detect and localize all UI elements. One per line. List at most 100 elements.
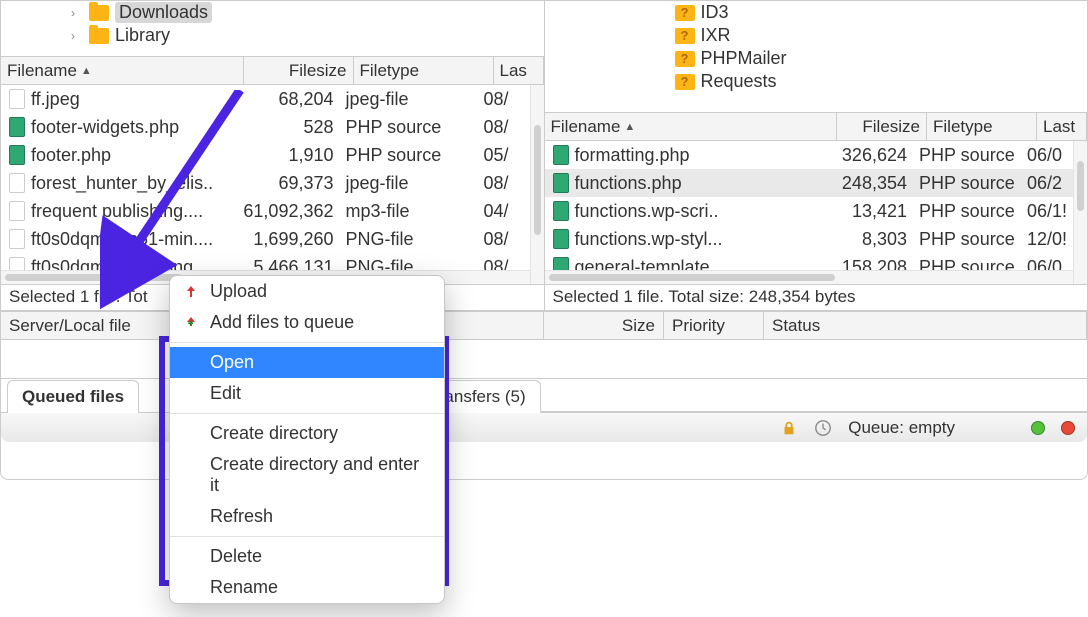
file-icon <box>9 89 25 109</box>
tree-label: PHPMailer <box>701 48 787 69</box>
scroll-thumb[interactable] <box>1077 161 1084 211</box>
file-name: functions.wp-styl... <box>575 229 723 250</box>
col-date[interactable]: Las <box>494 57 544 84</box>
scroll-thumb[interactable] <box>549 274 835 281</box>
menu-create-dir[interactable]: Create directory <box>170 418 444 449</box>
file-row[interactable]: formatting.php326,624PHP source06/0 <box>545 141 1074 169</box>
file-type: PHP source <box>913 229 1023 250</box>
qcol-priority[interactable]: Priority <box>664 312 764 339</box>
file-type: PNG-file <box>340 229 480 250</box>
tree-item[interactable]: › Library <box>1 24 544 47</box>
file-row[interactable]: forest_hunter_by_elis..69,373jpeg-file08… <box>1 169 530 197</box>
file-icon <box>9 117 25 137</box>
file-date: 08/ <box>480 229 530 250</box>
file-date: 06/2 <box>1023 173 1073 194</box>
file-icon <box>9 145 25 165</box>
col-filetype[interactable]: Filetype <box>354 57 494 84</box>
tree-item[interactable]: PHPMailer <box>675 47 1088 70</box>
tree-item[interactable]: › Downloads <box>1 1 544 24</box>
file-name: frequent publishing.... <box>31 201 203 222</box>
horizontal-scrollbar[interactable] <box>545 270 1074 284</box>
tree-label: IXR <box>701 25 731 46</box>
menu-refresh[interactable]: Refresh <box>170 501 444 532</box>
file-type: PHP source <box>340 145 480 166</box>
file-row[interactable]: ft0s0dqm3wp51-min....1,699,260PNG-file08… <box>1 225 530 253</box>
file-size: 158,208 <box>823 257 913 271</box>
tree-item[interactable]: Requests <box>675 70 1088 93</box>
file-date: 06/1! <box>1023 201 1073 222</box>
file-row[interactable]: ff.jpeg68,204jpeg-file08/ <box>1 85 530 113</box>
col-filesize[interactable]: Filesize <box>837 113 927 140</box>
file-icon <box>9 229 25 249</box>
folder-icon <box>89 28 109 44</box>
col-filetype[interactable]: Filetype <box>927 113 1037 140</box>
file-row[interactable]: general-template....158,208PHP source06/… <box>545 253 1074 270</box>
menu-open[interactable]: Open <box>170 347 444 378</box>
col-filename[interactable]: Filename▲ <box>1 57 244 84</box>
remote-pane: ID3 IXR PHPMailer Requests Filename▲ Fil… <box>545 1 1088 310</box>
unknown-folder-icon <box>675 28 695 44</box>
remote-file-list[interactable]: formatting.php326,624PHP source06/0funct… <box>545 141 1074 270</box>
tree-item[interactable]: ID3 <box>675 1 1088 24</box>
scroll-thumb[interactable] <box>5 274 182 281</box>
file-type: jpeg-file <box>340 173 480 194</box>
local-pane: › Downloads › Library Filename▲ Filesize… <box>1 1 545 310</box>
vertical-scrollbar[interactable] <box>530 85 544 284</box>
file-row[interactable]: functions.wp-scri..13,421PHP source06/1! <box>545 197 1074 225</box>
tree-label: Requests <box>701 71 777 92</box>
menu-delete[interactable]: Delete <box>170 541 444 572</box>
file-row[interactable]: functions.wp-styl...8,303PHP source12/0! <box>545 225 1074 253</box>
file-row[interactable]: footer-widgets.php528PHP source08/ <box>1 113 530 141</box>
qcol-size[interactable]: Size <box>544 312 664 339</box>
unknown-folder-icon <box>675 5 695 21</box>
col-date[interactable]: Last <box>1037 113 1087 140</box>
file-row[interactable]: footer.php1,910PHP source05/ <box>1 141 530 169</box>
file-row[interactable]: functions.php248,354PHP source06/2 <box>545 169 1074 197</box>
local-tree: › Downloads › Library <box>1 1 544 57</box>
file-icon <box>553 257 569 270</box>
tree-item[interactable]: IXR <box>675 24 1088 47</box>
menu-upload[interactable]: Upload <box>170 276 444 307</box>
remote-status: Selected 1 file. Total size: 248,354 byt… <box>545 284 1088 310</box>
file-date: 06/0 <box>1023 257 1073 271</box>
menu-add-queue[interactable]: Add files to queue <box>170 307 444 338</box>
file-type: jpeg-file <box>340 89 480 110</box>
context-menu: Upload Add files to queue Open Edit Crea… <box>169 275 445 604</box>
file-type: PHP source <box>340 117 480 138</box>
menu-edit[interactable]: Edit <box>170 378 444 409</box>
local-file-list[interactable]: ff.jpeg68,204jpeg-file08/footer-widgets.… <box>1 85 530 270</box>
vertical-scrollbar[interactable] <box>1073 141 1087 284</box>
file-size: 1,910 <box>230 145 340 166</box>
file-date: 08/ <box>480 89 530 110</box>
file-name: functions.php <box>575 173 682 194</box>
file-size: 13,421 <box>823 201 913 222</box>
sort-asc-icon: ▲ <box>624 121 635 133</box>
file-icon <box>9 257 25 270</box>
expand-icon[interactable]: › <box>71 29 83 43</box>
col-filename[interactable]: Filename▲ <box>545 113 838 140</box>
file-row[interactable]: frequent publishing....61,092,362mp3-fil… <box>1 197 530 225</box>
clock-icon <box>814 419 832 437</box>
remote-tree: ID3 IXR PHPMailer Requests <box>545 1 1088 113</box>
menu-create-dir-enter[interactable]: Create directory and enter it <box>170 449 444 501</box>
file-type: PHP source <box>913 201 1023 222</box>
col-filesize[interactable]: Filesize <box>244 57 354 84</box>
menu-rename[interactable]: Rename <box>170 572 444 603</box>
file-row[interactable]: ft0s0dqm3wp51.png5,466,131PNG-file08/ <box>1 253 530 270</box>
file-name: ft0s0dqm3wp51.png <box>31 257 193 271</box>
status-dot-green <box>1031 421 1045 435</box>
qcol-status[interactable]: Status <box>764 312 1087 339</box>
file-date: 08/ <box>480 117 530 138</box>
upload-icon <box>182 284 200 300</box>
file-date: 08/ <box>480 257 530 271</box>
file-icon <box>553 145 569 165</box>
file-size: 5,466,131 <box>230 257 340 271</box>
file-name: formatting.php <box>575 145 690 166</box>
unknown-folder-icon <box>675 51 695 67</box>
scroll-thumb[interactable] <box>534 125 541 235</box>
remote-column-headers: Filename▲ Filesize Filetype Last <box>545 113 1088 141</box>
tab-queued[interactable]: Queued files <box>7 380 139 413</box>
expand-icon[interactable]: › <box>71 6 83 20</box>
file-type: PHP source <box>913 257 1023 271</box>
file-size: 528 <box>230 117 340 138</box>
